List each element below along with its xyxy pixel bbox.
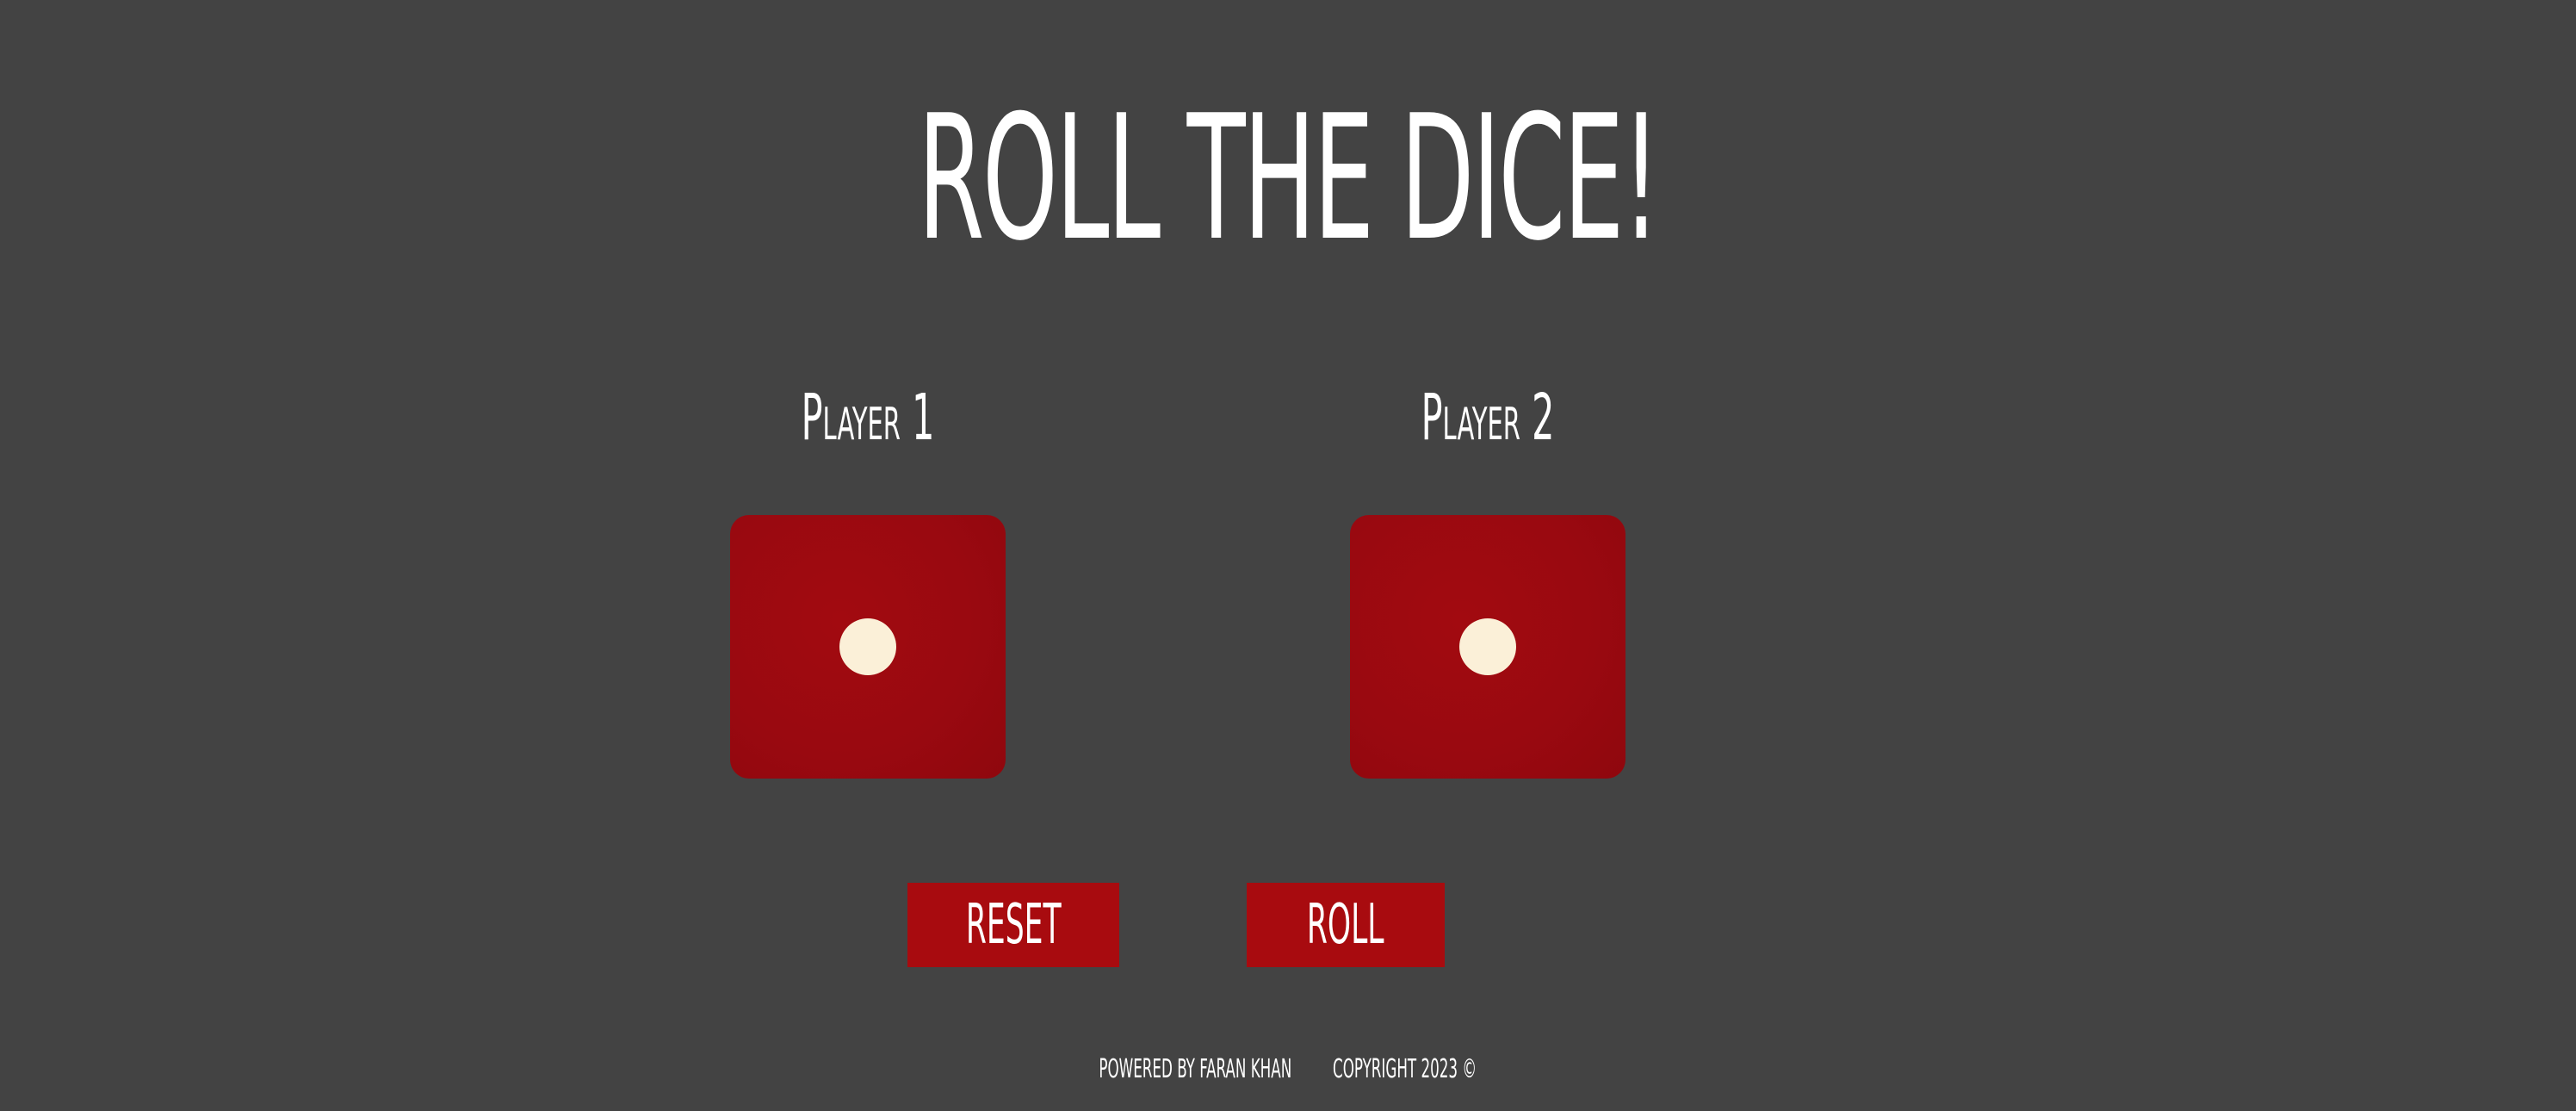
reset-button-label: RESET (965, 893, 1062, 957)
player-1-label: Player 1 (801, 381, 935, 455)
die-pip (839, 618, 896, 675)
roll-button[interactable]: ROLL (1247, 883, 1445, 967)
player-1-panel: Player 1 (730, 379, 1006, 779)
roll-button-label: ROLL (1307, 893, 1384, 957)
page-title: ROLL THE DICE! (917, 78, 1661, 279)
player-1-die (730, 515, 1006, 779)
footer: POWERED BY FARAN KHAN COPYRIGHT 2023 © (0, 1052, 2576, 1087)
footer-inner: POWERED BY FARAN KHAN COPYRIGHT 2023 © (1099, 1052, 1477, 1087)
player-2-label: Player 2 (1421, 381, 1555, 455)
copyright-text: COPYRIGHT 2023 © (1333, 1054, 1477, 1084)
die-pip (1459, 618, 1516, 675)
powered-by-text: POWERED BY FARAN KHAN (1099, 1054, 1292, 1084)
reset-button[interactable]: RESET (907, 883, 1119, 967)
player-2-die (1350, 515, 1625, 779)
player-2-panel: Player 2 (1350, 379, 1625, 779)
